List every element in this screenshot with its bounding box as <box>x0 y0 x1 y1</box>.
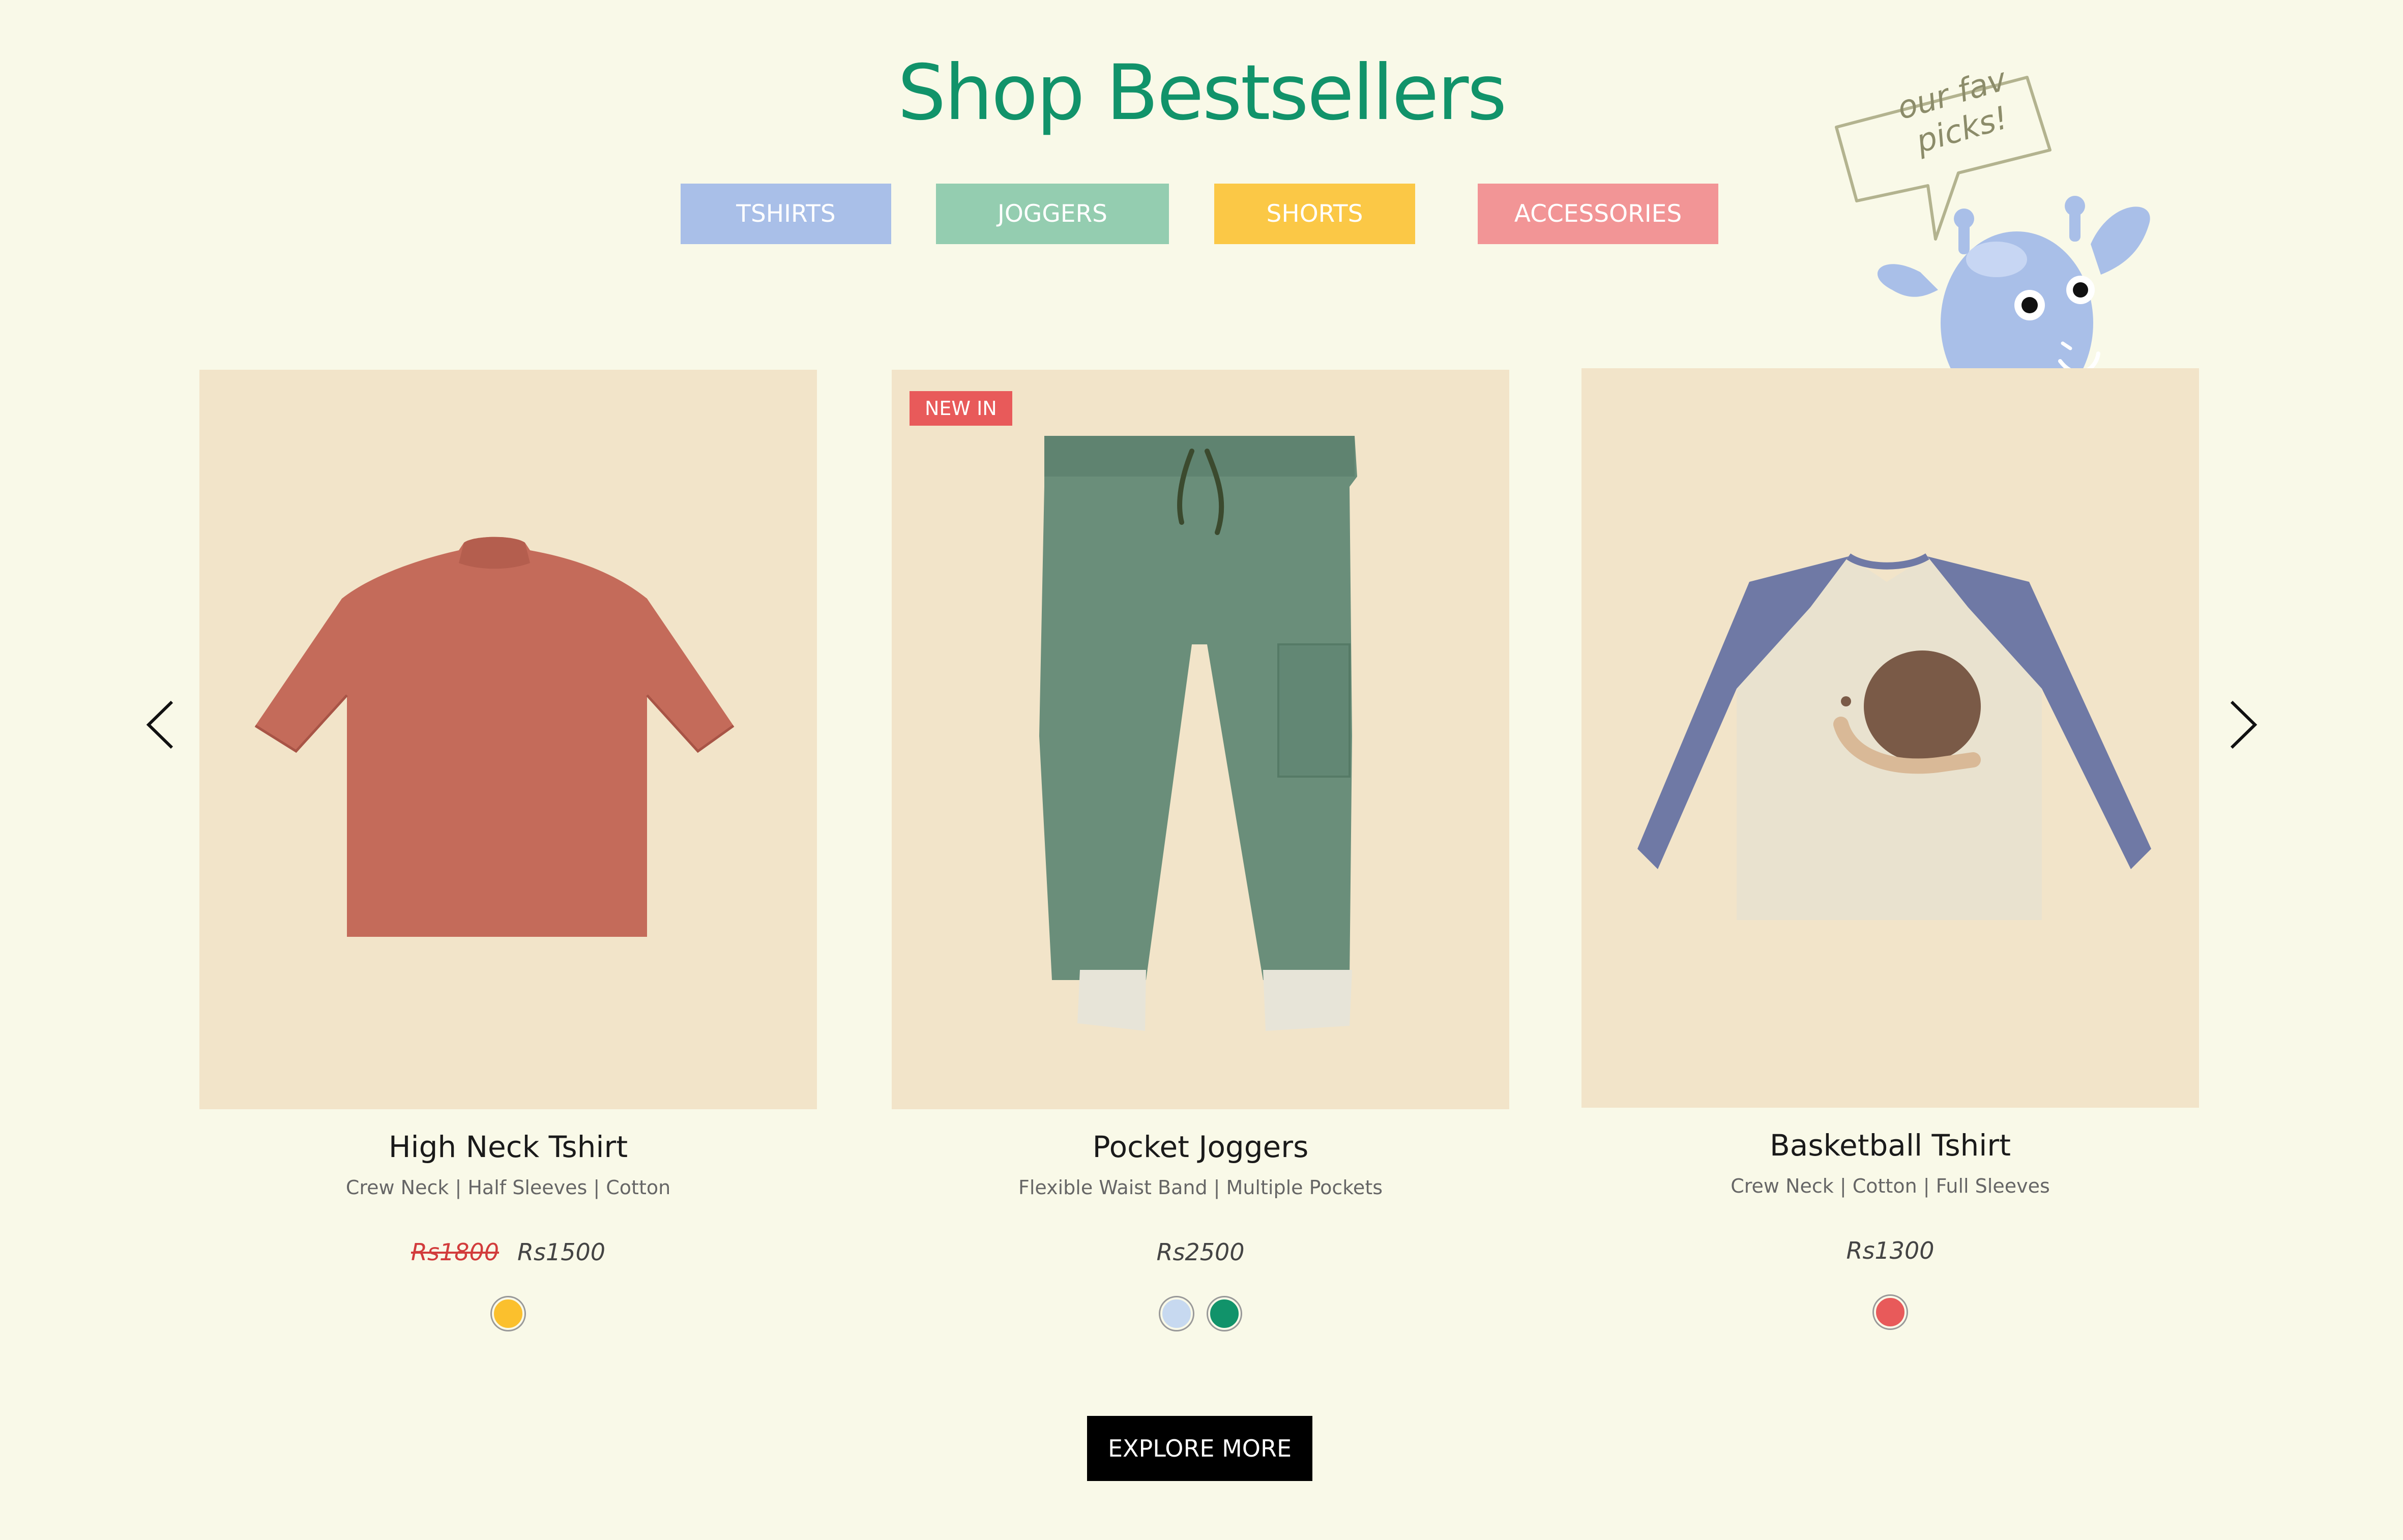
tab-tshirts[interactable]: TSHIRTS <box>681 184 891 244</box>
product-name[interactable]: High Neck Tshirt <box>199 1130 817 1164</box>
price-row: Rs1800 Rs1500 <box>199 1238 817 1266</box>
product-features: Crew Neck | Cotton | Full Sleeves <box>1731 1175 2050 1197</box>
red-tshirt-image <box>254 537 735 937</box>
chevron-right-icon[interactable] <box>2220 697 2266 753</box>
product-image[interactable]: NEW IN <box>892 370 1509 1109</box>
product-image[interactable] <box>199 370 817 1109</box>
product-name[interactable]: Basketball Tshirt <box>1581 1128 2199 1163</box>
product-card[interactable]: High Neck Tshirt Crew Neck | Half Sleeve… <box>199 370 817 1330</box>
price-row: Rs1300 <box>1581 1237 2199 1264</box>
green-joggers-image <box>1039 436 1357 1031</box>
product-card[interactable]: NEW IN Pocket Joggers Flexible Waist Ban… <box>892 370 1509 1330</box>
price-row: Rs2500 <box>892 1238 1509 1266</box>
product-image[interactable] <box>1581 368 2199 1108</box>
product-name[interactable]: Pocket Joggers <box>892 1130 1509 1164</box>
swatch-yellow[interactable] <box>492 1297 524 1330</box>
new-in-badge: NEW IN <box>910 391 1012 426</box>
tab-joggers[interactable]: JOGGERS <box>936 184 1169 244</box>
color-swatches <box>892 1297 1509 1330</box>
color-swatches <box>199 1297 817 1330</box>
color-swatches <box>1581 1296 2199 1328</box>
swatch-red[interactable] <box>1874 1296 1907 1328</box>
sale-price: Rs2500 <box>1156 1238 1245 1266</box>
sale-price: Rs1500 <box>517 1238 605 1266</box>
tab-accessories[interactable]: ACCESSORIES <box>1478 184 1718 244</box>
raglan-tshirt-image <box>1637 553 2151 920</box>
sale-price: Rs1300 <box>1846 1237 1935 1264</box>
tab-shorts[interactable]: SHORTS <box>1214 184 1415 244</box>
explore-more-button[interactable]: EXPLORE MORE <box>1087 1416 1312 1481</box>
original-price: Rs1800 <box>411 1238 499 1266</box>
product-card[interactable]: Basketball Tshirt Crew Neck | Cotton | F… <box>1581 368 2199 1328</box>
swatch-light-blue[interactable] <box>1160 1297 1193 1330</box>
product-features: Flexible Waist Band | Multiple Pockets <box>1018 1176 1383 1199</box>
swatch-green[interactable] <box>1208 1297 1241 1330</box>
chevron-left-icon[interactable] <box>137 697 183 753</box>
product-features: Crew Neck | Half Sleeves | Cotton <box>345 1176 671 1199</box>
